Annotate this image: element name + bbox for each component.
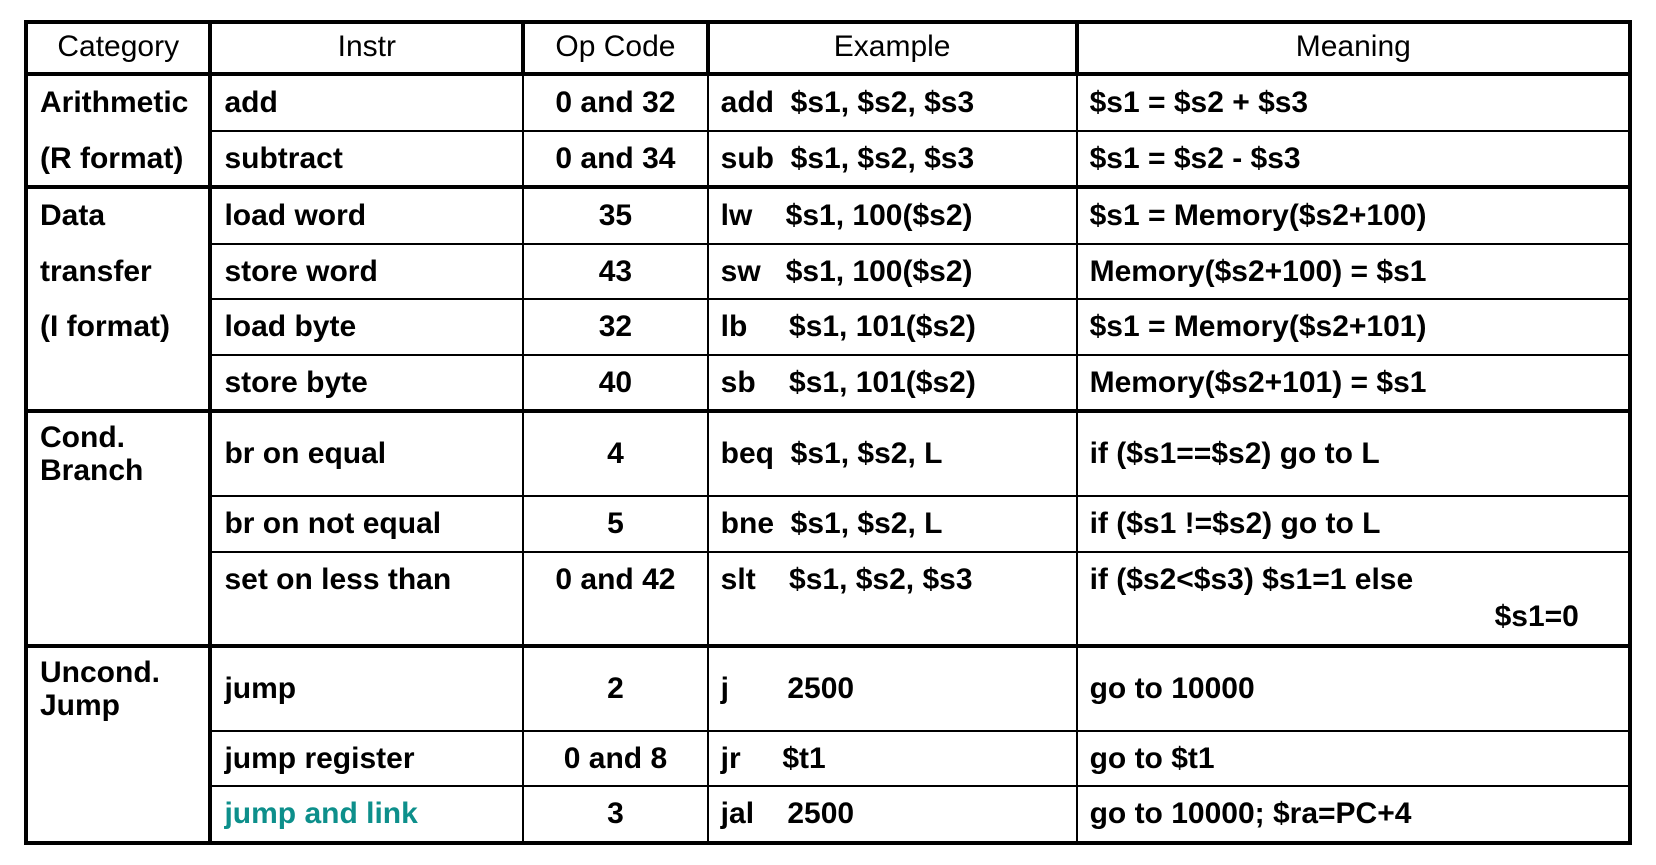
meaning-cell: Memory($s2+101) = $s1: [1077, 355, 1630, 412]
meaning-cell: if ($s2<$s3) $s1=1 else $s1=0: [1077, 552, 1630, 646]
category-data-3: (I format): [26, 299, 210, 355]
opcode-cell: 4: [523, 411, 707, 496]
meaning-cell: $s1 = Memory($s2+101): [1077, 299, 1630, 355]
category-cond-blank2: [26, 552, 210, 646]
instr-cell: add: [210, 74, 523, 131]
category-uncond-blank: [26, 731, 210, 787]
example-cell: add $s1, $s2, $s3: [708, 74, 1077, 131]
table-row: jump register 0 and 8 jr $t1 go to $t1: [26, 731, 1630, 787]
category-uncond-line1: Uncond.: [40, 656, 160, 689]
instr-cell: br on not equal: [210, 496, 523, 552]
header-opcode: Op Code: [523, 22, 707, 74]
category-data-2: transfer: [26, 244, 210, 300]
table-row: Uncond. Jump jump 2 j 2500 go to 10000: [26, 646, 1630, 731]
instr-cell: load byte: [210, 299, 523, 355]
instr-cell: store word: [210, 244, 523, 300]
table-row: transfer store word 43 sw $s1, 100($s2) …: [26, 244, 1630, 300]
table-row: Arithmetic add 0 and 32 add $s1, $s2, $s…: [26, 74, 1630, 131]
category-cond-line1: Cond.: [40, 421, 125, 454]
header-instr: Instr: [210, 22, 523, 74]
category-data-blank: [26, 355, 210, 412]
example-cell: jal 2500: [708, 786, 1077, 843]
table-row: (I format) load byte 32 lb $s1, 101($s2)…: [26, 299, 1630, 355]
opcode-cell: 5: [523, 496, 707, 552]
meaning-cell: go to $t1: [1077, 731, 1630, 787]
category-arithmetic-1: Arithmetic: [26, 74, 210, 131]
opcode-cell: 35: [523, 187, 707, 244]
opcode-cell: 40: [523, 355, 707, 412]
meaning-cell: Memory($s2+100) = $s1: [1077, 244, 1630, 300]
category-uncond: Uncond. Jump: [26, 646, 210, 731]
instr-cell: load word: [210, 187, 523, 244]
meaning-cell: $s1 = $s2 - $s3: [1077, 131, 1630, 188]
table-row: br on not equal 5 bne $s1, $s2, L if ($s…: [26, 496, 1630, 552]
instruction-table: Category Instr Op Code Example Meaning A…: [24, 20, 1632, 845]
example-cell: bne $s1, $s2, L: [708, 496, 1077, 552]
header-example: Example: [708, 22, 1077, 74]
example-cell: jr $t1: [708, 731, 1077, 787]
meaning-cell: if ($s1==$s2) go to L: [1077, 411, 1630, 496]
category-arithmetic-2: (R format): [26, 131, 210, 188]
category-uncond-line2: Jump: [40, 689, 120, 722]
example-cell: beq $s1, $s2, L: [708, 411, 1077, 496]
meaning-cell: go to 10000: [1077, 646, 1630, 731]
opcode-cell: 0 and 34: [523, 131, 707, 188]
opcode-cell: 32: [523, 299, 707, 355]
opcode-cell: 0 and 8: [523, 731, 707, 787]
example-cell: sb $s1, 101($s2): [708, 355, 1077, 412]
table-row: (R format) subtract 0 and 34 sub $s1, $s…: [26, 131, 1630, 188]
instr-cell: jump register: [210, 731, 523, 787]
opcode-cell: 43: [523, 244, 707, 300]
category-uncond-blank2: [26, 786, 210, 843]
table-row: store byte 40 sb $s1, 101($s2) Memory($s…: [26, 355, 1630, 412]
meaning-cell: $s1 = $s2 + $s3: [1077, 74, 1630, 131]
example-cell: lb $s1, 101($s2): [708, 299, 1077, 355]
category-cond-line2: Branch: [40, 454, 143, 487]
opcode-cell: 2: [523, 646, 707, 731]
category-cond-blank: [26, 496, 210, 552]
header-category: Category: [26, 22, 210, 74]
category-data-1: Data: [26, 187, 210, 244]
table-row: jump and link 3 jal 2500 go to 10000; $r…: [26, 786, 1630, 843]
instr-cell-jal: jump and link: [210, 786, 523, 843]
table-row: Cond. Branch br on equal 4 beq $s1, $s2,…: [26, 411, 1630, 496]
instr-cell: jump: [210, 646, 523, 731]
table-row: set on less than 0 and 42 slt $s1, $s2, …: [26, 552, 1630, 646]
category-cond: Cond. Branch: [26, 411, 210, 496]
example-cell: lw $s1, 100($s2): [708, 187, 1077, 244]
example-cell: slt $s1, $s2, $s3: [708, 552, 1077, 646]
example-cell: j 2500: [708, 646, 1077, 731]
opcode-cell: 3: [523, 786, 707, 843]
opcode-cell: 0 and 32: [523, 74, 707, 131]
meaning-line2: $s1=0: [1090, 598, 1616, 636]
meaning-cell: $s1 = Memory($s2+100): [1077, 187, 1630, 244]
example-cell: sw $s1, 100($s2): [708, 244, 1077, 300]
meaning-line1: if ($s2<$s3) $s1=1 else: [1090, 563, 1414, 596]
table-row: Data load word 35 lw $s1, 100($s2) $s1 =…: [26, 187, 1630, 244]
instr-cell: br on equal: [210, 411, 523, 496]
meaning-cell: go to 10000; $ra=PC+4: [1077, 786, 1630, 843]
opcode-cell: 0 and 42: [523, 552, 707, 646]
meaning-cell: if ($s1 !=$s2) go to L: [1077, 496, 1630, 552]
example-cell: sub $s1, $s2, $s3: [708, 131, 1077, 188]
header-row: Category Instr Op Code Example Meaning: [26, 22, 1630, 74]
instr-cell: store byte: [210, 355, 523, 412]
header-meaning: Meaning: [1077, 22, 1630, 74]
instr-cell: subtract: [210, 131, 523, 188]
instr-cell: set on less than: [210, 552, 523, 646]
